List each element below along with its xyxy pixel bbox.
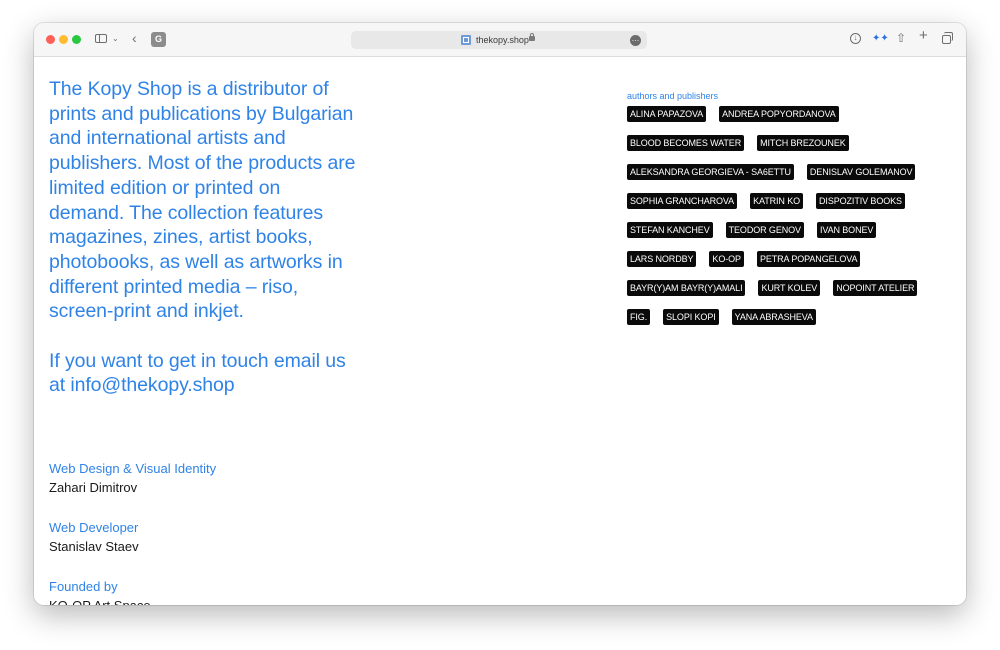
- author-tag[interactable]: MITCH BREZOUNEK: [757, 135, 849, 151]
- lock-icon: [529, 33, 535, 41]
- credit-developer: Web Developer Stanislav Staev: [49, 519, 349, 578]
- page-content: The Kopy Shop is a distributor of prints…: [34, 57, 966, 605]
- credit-name: Zahari Dimitrov: [49, 480, 138, 495]
- author-tag[interactable]: ALEKSANDRA GEORGIEVA - SA6ETTU: [627, 164, 794, 180]
- author-tag[interactable]: PETRA POPANGELOVA: [756, 251, 861, 267]
- author-tag[interactable]: KO-OP: [709, 251, 744, 267]
- author-tag[interactable]: KATRIN KO: [750, 193, 804, 209]
- url-text: thekopy.shop: [476, 35, 529, 45]
- address-bar[interactable]: thekopy.shop …: [351, 31, 647, 49]
- extension-icon[interactable]: G: [151, 32, 166, 47]
- author-tag[interactable]: TEODOR GENOV: [725, 222, 804, 238]
- author-tag[interactable]: SLOPI KOPI: [663, 309, 719, 325]
- author-tag[interactable]: DENISLAV GOLEMANOV: [806, 164, 916, 180]
- author-tag[interactable]: SOPHIA GRANCHAROVA: [627, 193, 738, 209]
- close-window-button[interactable]: [46, 35, 55, 44]
- back-arrow-icon[interactable]: ‹: [132, 31, 137, 45]
- author-tag[interactable]: FIG.: [627, 309, 651, 325]
- credit-design: Web Design & Visual Identity Zahari Dimi…: [49, 460, 349, 519]
- author-tag[interactable]: KURT KOLEV: [758, 280, 821, 296]
- author-tag[interactable]: LARS NORDBY: [627, 251, 697, 267]
- author-tag[interactable]: ANDREA POPYORDANOVA: [719, 106, 839, 122]
- bluesky-extension-icon[interactable]: ✦✦: [872, 32, 889, 46]
- credits-section: Web Design & Visual Identity Zahari Dimi…: [49, 460, 349, 605]
- credit-role: Web Design & Visual Identity: [49, 461, 217, 476]
- intro-paragraph-about: The Kopy Shop is a distributor of prints…: [49, 78, 356, 323]
- browser-toolbar: ⌄ ‹ G thekopy.shop … ↓ ✦✦ ⇧ +: [34, 23, 966, 57]
- chevron-down-icon[interactable]: ⌄: [112, 33, 119, 45]
- credit-role: Founded by: [49, 579, 118, 594]
- new-tab-plus-icon[interactable]: +: [919, 28, 928, 43]
- browser-window: ⌄ ‹ G thekopy.shop … ↓ ✦✦ ⇧ + The Kopy S…: [34, 23, 966, 605]
- author-tag[interactable]: NOPOINT ATELIER: [833, 280, 918, 296]
- author-tag[interactable]: ALINA PAPAZOVA: [627, 106, 707, 122]
- authors-section-title: authors and publishers: [627, 91, 719, 101]
- share-icon[interactable]: ⇧: [896, 31, 906, 45]
- credit-role: Web Developer: [49, 520, 139, 535]
- author-tag[interactable]: IVAN BONEV: [816, 222, 877, 238]
- site-favicon-icon: [461, 35, 471, 45]
- credit-name: KO-OP Art Space: [49, 595, 349, 605]
- credit-founder: Founded by KO-OP Art Space: [49, 578, 349, 605]
- more-options-icon[interactable]: …: [630, 35, 641, 46]
- author-tag[interactable]: DISPOZITIV BOOKS: [816, 193, 905, 209]
- author-tag[interactable]: BAYR(Y)AM BAYR(Y)AMALI: [627, 280, 746, 296]
- authors-tag-list: ALINA PAPAZOVA ANDREA POPYORDANOVA BLOOD…: [627, 106, 957, 325]
- author-tag[interactable]: STEFAN KANCHEV: [627, 222, 713, 238]
- intro-text: The Kopy Shop is a distributor of prints…: [49, 77, 359, 398]
- author-tag[interactable]: BLOOD BECOMES WATER: [627, 135, 745, 151]
- zoom-window-button[interactable]: [72, 35, 81, 44]
- author-tag[interactable]: YANA ABRASHEVA: [731, 309, 816, 325]
- download-icon[interactable]: ↓: [850, 33, 861, 44]
- tab-overview-icon[interactable]: [942, 32, 953, 44]
- minimize-window-button[interactable]: [59, 35, 68, 44]
- sidebar-toggle-icon[interactable]: [95, 34, 107, 43]
- credit-name: Stanislav Staev: [49, 539, 139, 554]
- intro-paragraph-contact: If you want to get in touch email us at …: [49, 349, 346, 397]
